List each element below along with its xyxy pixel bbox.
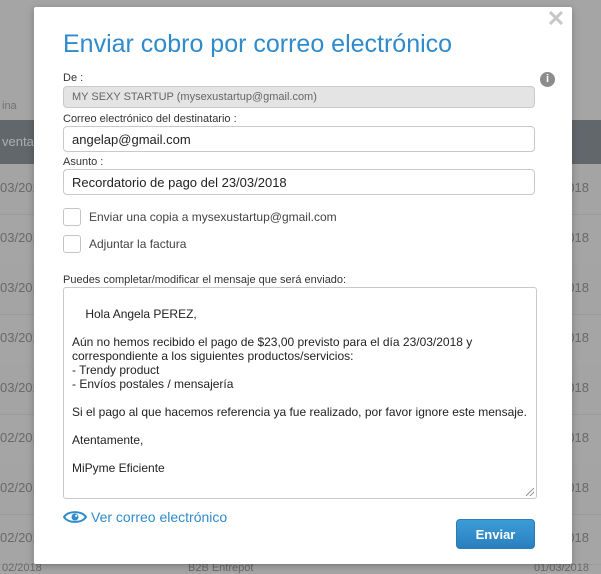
copy-checkbox-row[interactable]: Enviar una copia a mysexustartup@gmail.c… [63, 208, 337, 226]
subject-label: Asunto : [63, 156, 104, 168]
from-label: De : [63, 72, 84, 84]
recipient-label: Correo electrónico del destinatario : [63, 113, 237, 125]
info-icon[interactable]: i [540, 72, 555, 87]
view-email-label: Ver correo electrónico [91, 509, 228, 525]
eye-icon [63, 511, 87, 523]
message-text: Hola Angela PEREZ, Aún no hemos recibido… [72, 307, 527, 475]
message-label: Puedes completar/modificar el mensaje qu… [63, 274, 347, 286]
from-field: MY SEXY STARTUP (mysexustartup@gmail.com… [63, 86, 535, 108]
message-textarea[interactable]: Hola Angela PEREZ, Aún no hemos recibido… [63, 287, 537, 499]
recipient-email-field[interactable]: angelap@gmail.com [63, 126, 535, 152]
copy-checkbox-label: Enviar una copia a mysexustartup@gmail.c… [89, 210, 337, 224]
dialog-title: Enviar cobro por correo electrónico [63, 30, 453, 58]
attach-checkbox-label: Adjuntar la factura [89, 237, 187, 251]
attach-checkbox-row[interactable]: Adjuntar la factura [63, 235, 186, 253]
email-invoice-dialog: ✕ Enviar cobro por correo electrónico De… [34, 7, 572, 564]
close-icon[interactable]: ✕ [546, 8, 566, 30]
view-email-link[interactable]: Ver correo electrónico [63, 509, 227, 525]
attach-invoice-checkbox[interactable] [63, 235, 81, 253]
send-button[interactable]: Enviar [456, 519, 535, 549]
copy-checkbox[interactable] [63, 208, 81, 226]
subject-field[interactable]: Recordatorio de pago del 23/03/2018 [63, 169, 535, 195]
resize-handle-icon[interactable] [526, 488, 534, 496]
